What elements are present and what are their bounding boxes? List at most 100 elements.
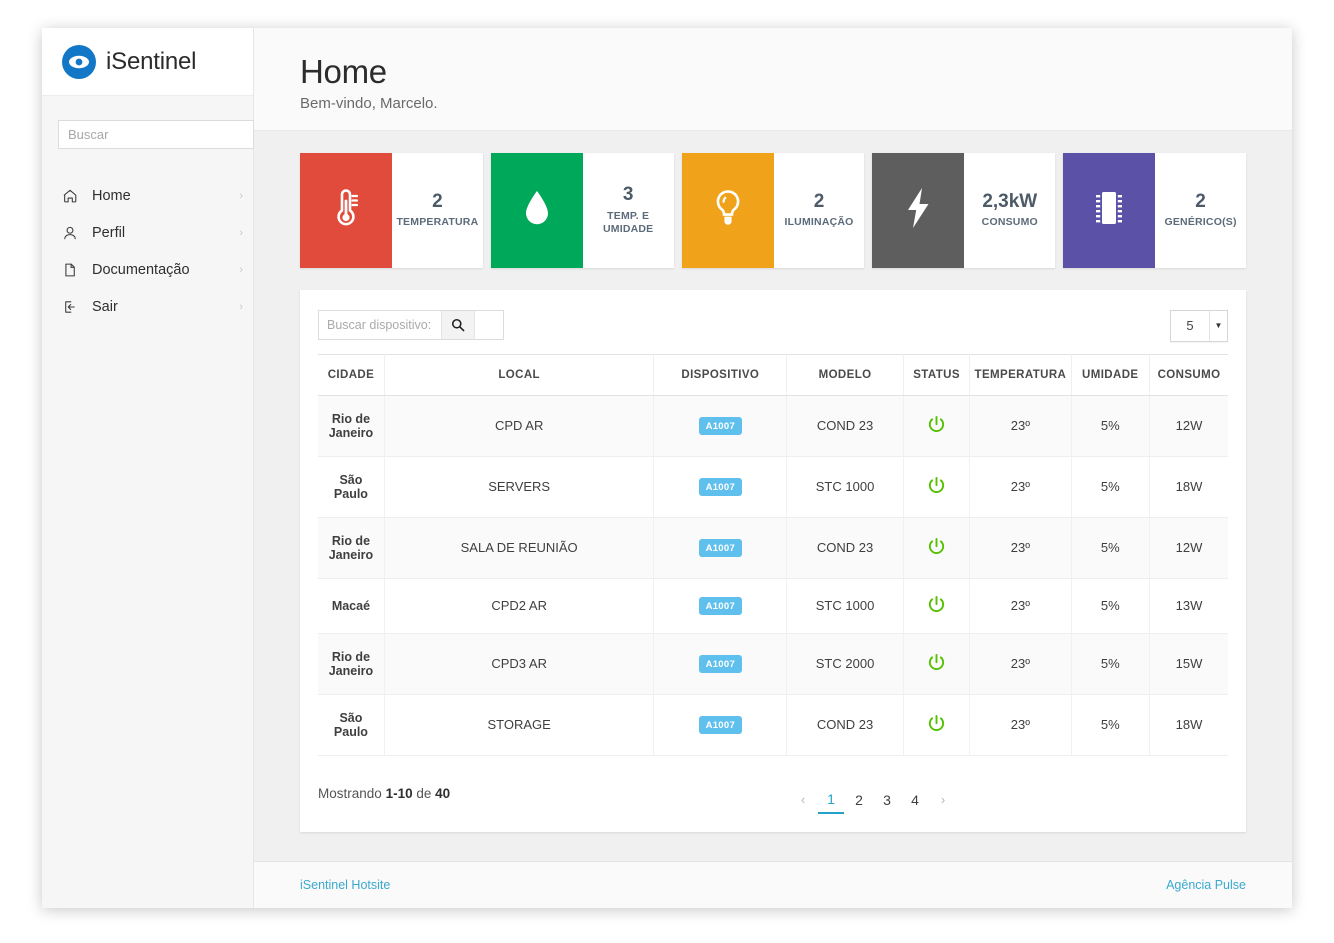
sidebar-item-perfil[interactable]: Perfil › xyxy=(42,214,253,251)
footer-link-agencia[interactable]: Agência Pulse xyxy=(1166,878,1246,892)
cell-status xyxy=(903,694,969,755)
column-header-temperatura[interactable]: TEMPERATURA xyxy=(970,354,1071,395)
per-page-select[interactable]: 5 ▼ xyxy=(1170,310,1228,342)
power-icon xyxy=(927,476,946,495)
table-row[interactable]: Macaé CPD2 AR A1007 STC 1000 23º 5% 13W xyxy=(318,578,1228,633)
cell-modelo: COND 23 xyxy=(787,517,904,578)
card-value: 3 xyxy=(623,184,634,207)
card-value: 2 xyxy=(432,191,443,214)
cell-status xyxy=(903,395,969,456)
device-badge: A1007 xyxy=(699,597,743,615)
stat-card-temperatura[interactable]: 2 TEMPERATURA xyxy=(300,153,483,268)
column-header-cidade[interactable]: CIDADE xyxy=(318,354,384,395)
card-label: GENÉRICO(S) xyxy=(1164,216,1236,229)
cell-modelo: STC 1000 xyxy=(787,456,904,517)
sidebar-search xyxy=(58,120,237,149)
chevron-right-icon: › xyxy=(239,264,243,276)
device-badge: A1007 xyxy=(699,539,743,557)
device-search-button[interactable] xyxy=(441,311,475,339)
column-header-status[interactable]: STATUS xyxy=(903,354,969,395)
devices-panel: 5 ▼ CIDADE LOCAL DISPOSITIVO MODELO STAT… xyxy=(300,290,1246,832)
pagination-page-3[interactable]: 3 xyxy=(874,786,900,814)
sidebar-item-label: Home xyxy=(92,188,131,204)
user-icon xyxy=(60,223,80,243)
sidebar: iSentinel Home › xyxy=(42,28,254,908)
sidebar-item-label: Sair xyxy=(92,299,118,315)
brand[interactable]: iSentinel xyxy=(42,28,253,96)
page-header: Home Bem-vindo, Marcelo. xyxy=(254,28,1292,131)
stat-card-consumo[interactable]: 2,3kW CONSUMO xyxy=(872,153,1055,268)
card-icon-wrap xyxy=(682,153,774,268)
cell-cidade: Rio de Janeiro xyxy=(318,633,384,694)
cell-cidade: São Paulo xyxy=(318,694,384,755)
main-content: Home Bem-vindo, Marcelo. xyxy=(254,28,1292,908)
showing-text: Mostrando 1-10 de 40 xyxy=(318,786,450,801)
column-header-modelo[interactable]: MODELO xyxy=(787,354,904,395)
device-search xyxy=(318,310,504,340)
footer-link-hotsite[interactable]: iSentinel Hotsite xyxy=(300,878,390,892)
cell-status xyxy=(903,578,969,633)
stat-cards: 2 TEMPERATURA 3 TEMP. E UMID xyxy=(300,153,1246,268)
chevron-right-icon: › xyxy=(239,227,243,239)
cell-temperatura: 23º xyxy=(970,517,1071,578)
table-row[interactable]: São Paulo SERVERS A1007 STC 1000 23º 5% … xyxy=(318,456,1228,517)
cell-status xyxy=(903,633,969,694)
cell-local: SERVERS xyxy=(384,456,654,517)
column-header-umidade[interactable]: UMIDADE xyxy=(1071,354,1149,395)
sidebar-item-sair[interactable]: Sair › xyxy=(42,288,253,325)
column-header-dispositivo[interactable]: DISPOSITIVO xyxy=(654,354,787,395)
card-body: 2 ILUMINAÇÃO xyxy=(774,153,865,268)
showing-prefix: Mostrando xyxy=(318,786,382,801)
cell-umidade: 5% xyxy=(1071,694,1149,755)
stat-card-iluminacao[interactable]: 2 ILUMINAÇÃO xyxy=(682,153,865,268)
card-body: 2,3kW CONSUMO xyxy=(964,153,1055,268)
cell-dispositivo: A1007 xyxy=(654,517,787,578)
pagination-prev[interactable]: ‹ xyxy=(790,786,816,814)
water-drop-icon xyxy=(522,188,552,233)
brand-name: iSentinel xyxy=(106,48,196,76)
search-input[interactable] xyxy=(58,120,253,149)
stat-card-generico[interactable]: 2 GENÉRICO(S) xyxy=(1063,153,1246,268)
logout-icon xyxy=(60,297,80,317)
table-row[interactable]: Rio de Janeiro CPD3 AR A1007 STC 2000 23… xyxy=(318,633,1228,694)
card-body: 3 TEMP. E UMIDADE xyxy=(583,153,674,268)
table-head: CIDADE LOCAL DISPOSITIVO MODELO STATUS T… xyxy=(318,354,1228,395)
cell-consumo: 18W xyxy=(1150,456,1229,517)
lightbulb-icon xyxy=(712,187,744,234)
pagination-next[interactable]: › xyxy=(930,786,956,814)
showing-middle: de xyxy=(416,786,431,801)
cell-local: SALA DE REUNIÃO xyxy=(384,517,654,578)
stat-card-temp-umidade[interactable]: 3 TEMP. E UMIDADE xyxy=(491,153,674,268)
app-window: iSentinel Home › xyxy=(42,28,1292,908)
cell-local: CPD AR xyxy=(384,395,654,456)
column-header-local[interactable]: LOCAL xyxy=(384,354,654,395)
cell-umidade: 5% xyxy=(1071,578,1149,633)
card-icon-wrap xyxy=(872,153,964,268)
table-row[interactable]: Rio de Janeiro CPD AR A1007 COND 23 23º … xyxy=(318,395,1228,456)
cell-dispositivo: A1007 xyxy=(654,578,787,633)
cell-dispositivo: A1007 xyxy=(654,694,787,755)
device-search-input[interactable] xyxy=(319,311,441,339)
page-title: Home xyxy=(300,54,1292,90)
showing-range: 1-10 xyxy=(386,786,413,801)
pagination: ‹ 1 2 3 4 › xyxy=(790,786,956,814)
column-header-consumo[interactable]: CONSUMO xyxy=(1150,354,1229,395)
cell-cidade: Rio de Janeiro xyxy=(318,395,384,456)
cell-umidade: 5% xyxy=(1071,456,1149,517)
pagination-page-4[interactable]: 4 xyxy=(902,786,928,814)
table-toolbar: 5 ▼ xyxy=(318,310,1228,342)
devices-table: CIDADE LOCAL DISPOSITIVO MODELO STATUS T… xyxy=(318,354,1228,756)
sidebar-item-documentacao[interactable]: Documentação › xyxy=(42,251,253,288)
cell-cidade: São Paulo xyxy=(318,456,384,517)
sidebar-item-home[interactable]: Home › xyxy=(42,177,253,214)
cell-status xyxy=(903,517,969,578)
card-label: TEMP. E UMIDADE xyxy=(587,210,670,236)
pagination-page-2[interactable]: 2 xyxy=(846,786,872,814)
table-row[interactable]: São Paulo STORAGE A1007 COND 23 23º 5% 1… xyxy=(318,694,1228,755)
table-row[interactable]: Rio de Janeiro SALA DE REUNIÃO A1007 CON… xyxy=(318,517,1228,578)
home-icon xyxy=(60,186,80,206)
pagination-page-1[interactable]: 1 xyxy=(818,786,844,814)
cell-local: STORAGE xyxy=(384,694,654,755)
chevron-right-icon: › xyxy=(239,301,243,313)
chevron-right-icon: › xyxy=(239,190,243,202)
